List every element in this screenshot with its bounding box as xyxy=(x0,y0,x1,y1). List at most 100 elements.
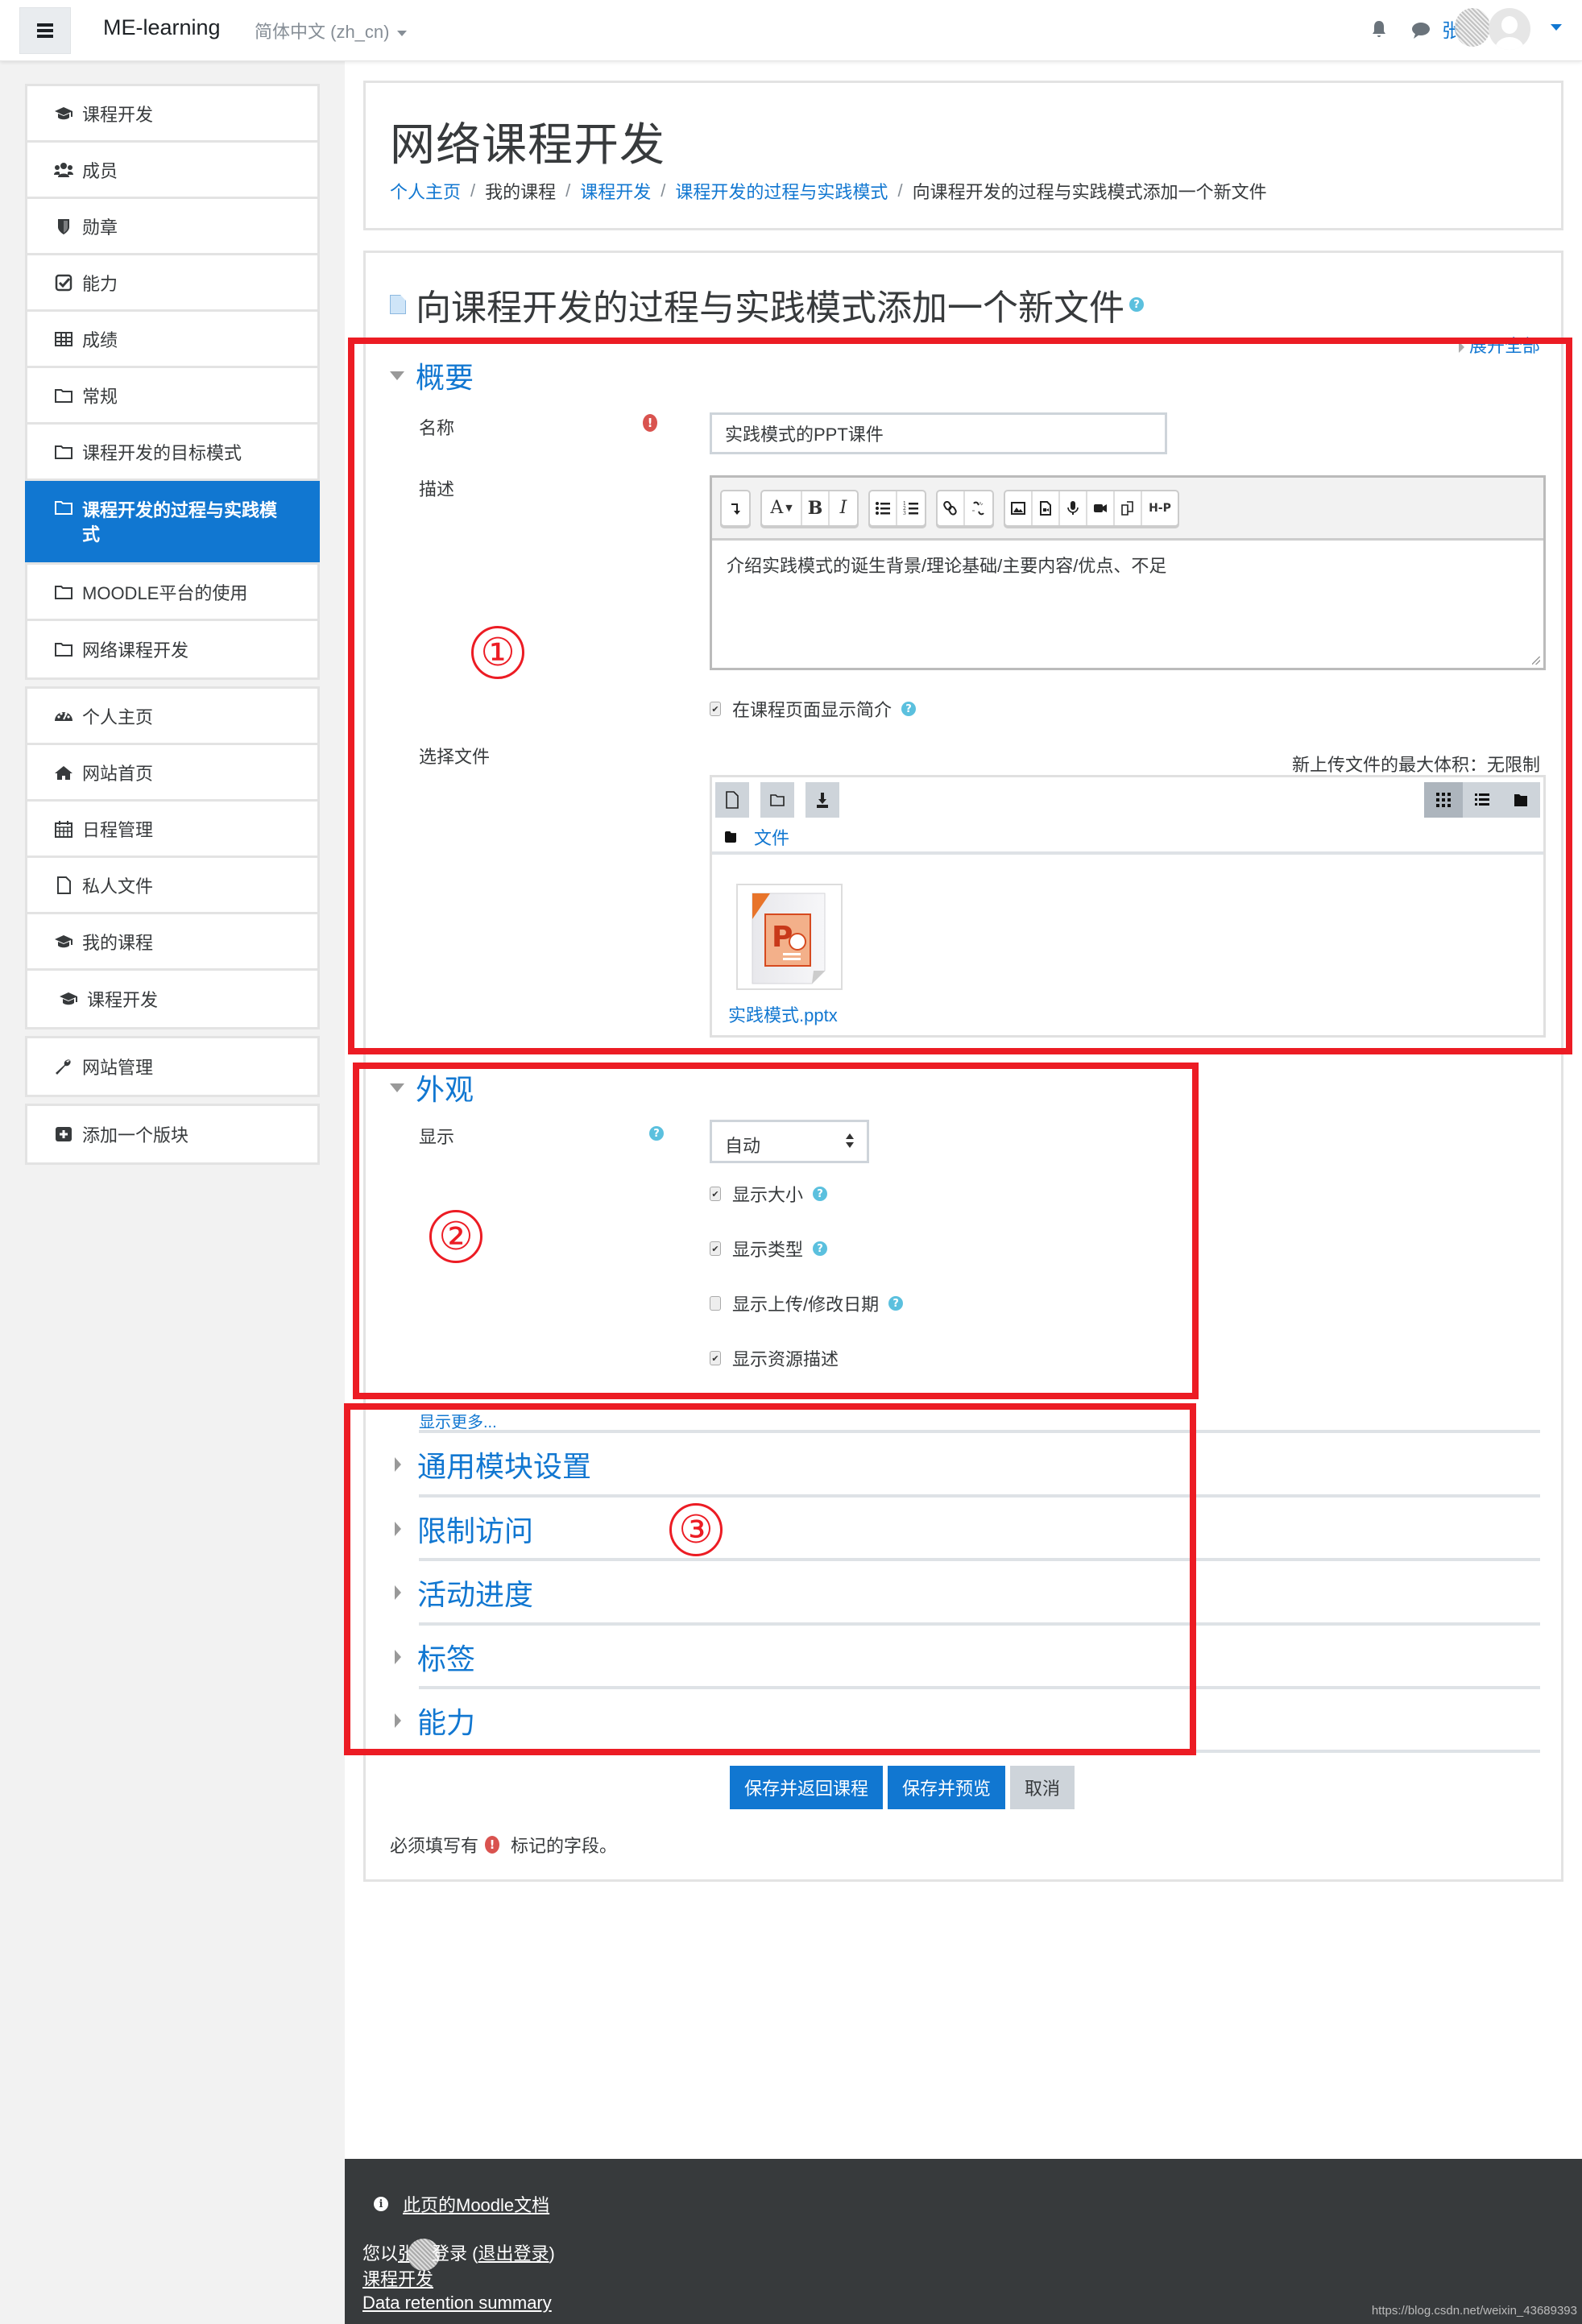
expand-all-link[interactable]: 展开全部 xyxy=(1459,332,1540,358)
sidebar-item[interactable]: 成绩 xyxy=(27,312,317,368)
sidebar-item-label: 私人文件 xyxy=(82,876,154,897)
sidebar-item[interactable]: 常规 xyxy=(27,368,317,425)
expand-triangle-icon xyxy=(395,1457,401,1472)
sidebar-item-label: 课程开发 xyxy=(82,104,154,125)
record-video-button[interactable] xyxy=(1087,491,1115,525)
sidebar-item[interactable]: 课程开发 xyxy=(27,971,317,1027)
user-menu-caret-icon[interactable] xyxy=(1551,24,1562,31)
collapsed-section-toggle[interactable]: 活动进度 xyxy=(395,1572,533,1614)
help-icon[interactable]: ? xyxy=(813,1187,828,1201)
sidebar-item[interactable]: 日程管理 xyxy=(27,802,317,858)
sidebar-item[interactable]: 私人文件 xyxy=(27,858,317,914)
show-description-checkbox[interactable] xyxy=(710,702,721,716)
view-list-button[interactable] xyxy=(1463,782,1501,818)
media-button[interactable] xyxy=(1033,491,1060,525)
image-button[interactable] xyxy=(1005,491,1033,525)
sidebar-item[interactable]: 课程开发的过程与实践模式 xyxy=(25,481,320,565)
file-thumbnail[interactable]: P xyxy=(736,884,843,990)
sidebar-item[interactable]: 能力 xyxy=(27,255,317,312)
page-footer: i 此页的Moodle文档 您以张 登录 (退出登录) 课程开发 Data ret… xyxy=(345,2159,1582,2324)
create-folder-button[interactable] xyxy=(760,782,794,818)
h5p-button[interactable]: H-P xyxy=(1142,491,1178,525)
collapsed-section-toggle[interactable]: 通用模块设置 xyxy=(395,1444,591,1485)
show-more-link[interactable]: 显示更多... xyxy=(419,1409,497,1432)
ordered-list-button[interactable]: 123 xyxy=(897,491,925,525)
files-root-link[interactable]: 文件 xyxy=(754,824,789,850)
sidebar-item[interactable]: 个人主页 xyxy=(27,689,317,745)
divider xyxy=(712,851,1543,855)
unlink-button[interactable] xyxy=(965,491,992,525)
breadcrumb-item: 我的课程 xyxy=(485,182,557,202)
site-brand[interactable]: ME-learning xyxy=(103,15,221,40)
annotation-number-1: ① xyxy=(471,626,524,679)
italic-button[interactable]: I xyxy=(830,491,857,525)
form-title-text: 向课程开发的过程与实践模式添加一个新文件 xyxy=(416,288,1124,328)
unordered-list-button[interactable] xyxy=(870,491,897,525)
breadcrumb-item[interactable]: 课程开发的过程与实践模式 xyxy=(675,178,888,204)
moodle-docs-link[interactable]: 此页的Moodle文档 xyxy=(403,2191,549,2217)
name-input[interactable] xyxy=(710,412,1167,454)
breadcrumb-item[interactable]: 个人主页 xyxy=(390,178,461,204)
collapsed-section-toggle[interactable]: 限制访问 xyxy=(395,1508,533,1550)
sidebar-item[interactable]: 网络课程开发 xyxy=(27,621,317,677)
file-name-link[interactable]: 实践模式.pptx xyxy=(728,1001,838,1027)
sidebar-item[interactable]: 添加一个版块 xyxy=(27,1106,317,1162)
sidebar-item[interactable]: 成员 xyxy=(27,143,317,199)
view-icons-button[interactable] xyxy=(1424,782,1463,818)
logout-link[interactable]: 退出登录 xyxy=(478,2243,549,2264)
collapsed-section-toggle[interactable]: 标签 xyxy=(395,1636,475,1678)
sidebar-item[interactable]: 我的课程 xyxy=(27,914,317,971)
folder-icon xyxy=(52,583,76,601)
sidebar-item[interactable]: 课程开发的目标模式 xyxy=(27,425,317,481)
record-audio-button[interactable] xyxy=(1060,491,1087,525)
section-appearance-toggle[interactable]: 外观 xyxy=(390,1067,474,1108)
view-tree-button[interactable] xyxy=(1501,782,1540,818)
image-icon xyxy=(1011,501,1025,515)
data-retention-link[interactable]: Data retention summary xyxy=(362,2293,552,2313)
save-and-display-button[interactable]: 保存并预览 xyxy=(888,1766,1006,1809)
appearance-option-checkbox[interactable] xyxy=(710,1351,721,1365)
bell-icon[interactable] xyxy=(1372,19,1386,39)
sidebar-item[interactable]: 网站管理 xyxy=(27,1038,317,1095)
footer-course-link[interactable]: 课程开发 xyxy=(362,2269,433,2289)
description-textarea[interactable]: 介绍实践模式的诞生背景/理论基础/主要内容/优点、不足 xyxy=(712,541,1543,668)
cancel-button[interactable]: 取消 xyxy=(1010,1766,1075,1809)
help-icon[interactable]: ? xyxy=(1129,297,1144,312)
section-divider xyxy=(419,1494,1540,1498)
help-icon[interactable]: ? xyxy=(649,1126,664,1141)
folder-tree-icon xyxy=(1514,794,1527,806)
resize-handle[interactable] xyxy=(1532,657,1540,665)
help-icon[interactable]: ? xyxy=(813,1241,828,1256)
menu-toggle-button[interactable] xyxy=(19,7,71,54)
display-select-value: 自动 xyxy=(725,1136,761,1156)
sidebar-item[interactable]: 勋章 xyxy=(27,199,317,255)
help-icon[interactable]: ? xyxy=(888,1296,904,1311)
bold-button[interactable]: B xyxy=(802,491,830,525)
sidebar-block: 课程开发成员 勋章 能力 成绩 常规 课程开发的目标模式 课程开发的过程与实践模式 MOODL… xyxy=(25,84,320,680)
section-general-toggle[interactable]: 概要 xyxy=(390,354,474,396)
manage-files-button[interactable] xyxy=(1115,491,1142,525)
login-close: ) xyxy=(549,2243,555,2264)
add-file-button[interactable] xyxy=(715,782,749,818)
download-button[interactable] xyxy=(805,782,839,818)
link-button[interactable] xyxy=(938,491,965,525)
display-select[interactable]: 自动 xyxy=(710,1120,869,1163)
appearance-option-checkbox[interactable] xyxy=(710,1241,721,1256)
expand-toolbar-button[interactable] xyxy=(722,491,749,525)
avatar[interactable] xyxy=(1489,8,1530,50)
appearance-option-checkbox[interactable] xyxy=(710,1296,721,1311)
breadcrumb-item[interactable]: 课程开发 xyxy=(580,178,651,204)
check-square-icon xyxy=(52,274,76,292)
chat-icon[interactable] xyxy=(1411,22,1431,39)
sidebar-item[interactable]: 网站首页 xyxy=(27,745,317,802)
toolbar-group: 123 xyxy=(868,489,926,527)
sidebar-item[interactable]: 课程开发 xyxy=(27,86,317,143)
language-selector[interactable]: 简体中文 (zh_cn) xyxy=(255,18,408,43)
help-icon[interactable]: ? xyxy=(901,702,917,716)
collapsed-section-toggle[interactable]: 能力 xyxy=(395,1700,475,1742)
save-and-return-button[interactable]: 保存并返回课程 xyxy=(730,1766,884,1809)
sidebar-block: 网站管理 xyxy=(25,1036,320,1097)
sidebar-item[interactable]: MOODLE平台的使用 xyxy=(27,565,317,621)
appearance-option-checkbox[interactable] xyxy=(710,1187,721,1201)
font-style-button[interactable]: A ▼ xyxy=(762,491,802,525)
